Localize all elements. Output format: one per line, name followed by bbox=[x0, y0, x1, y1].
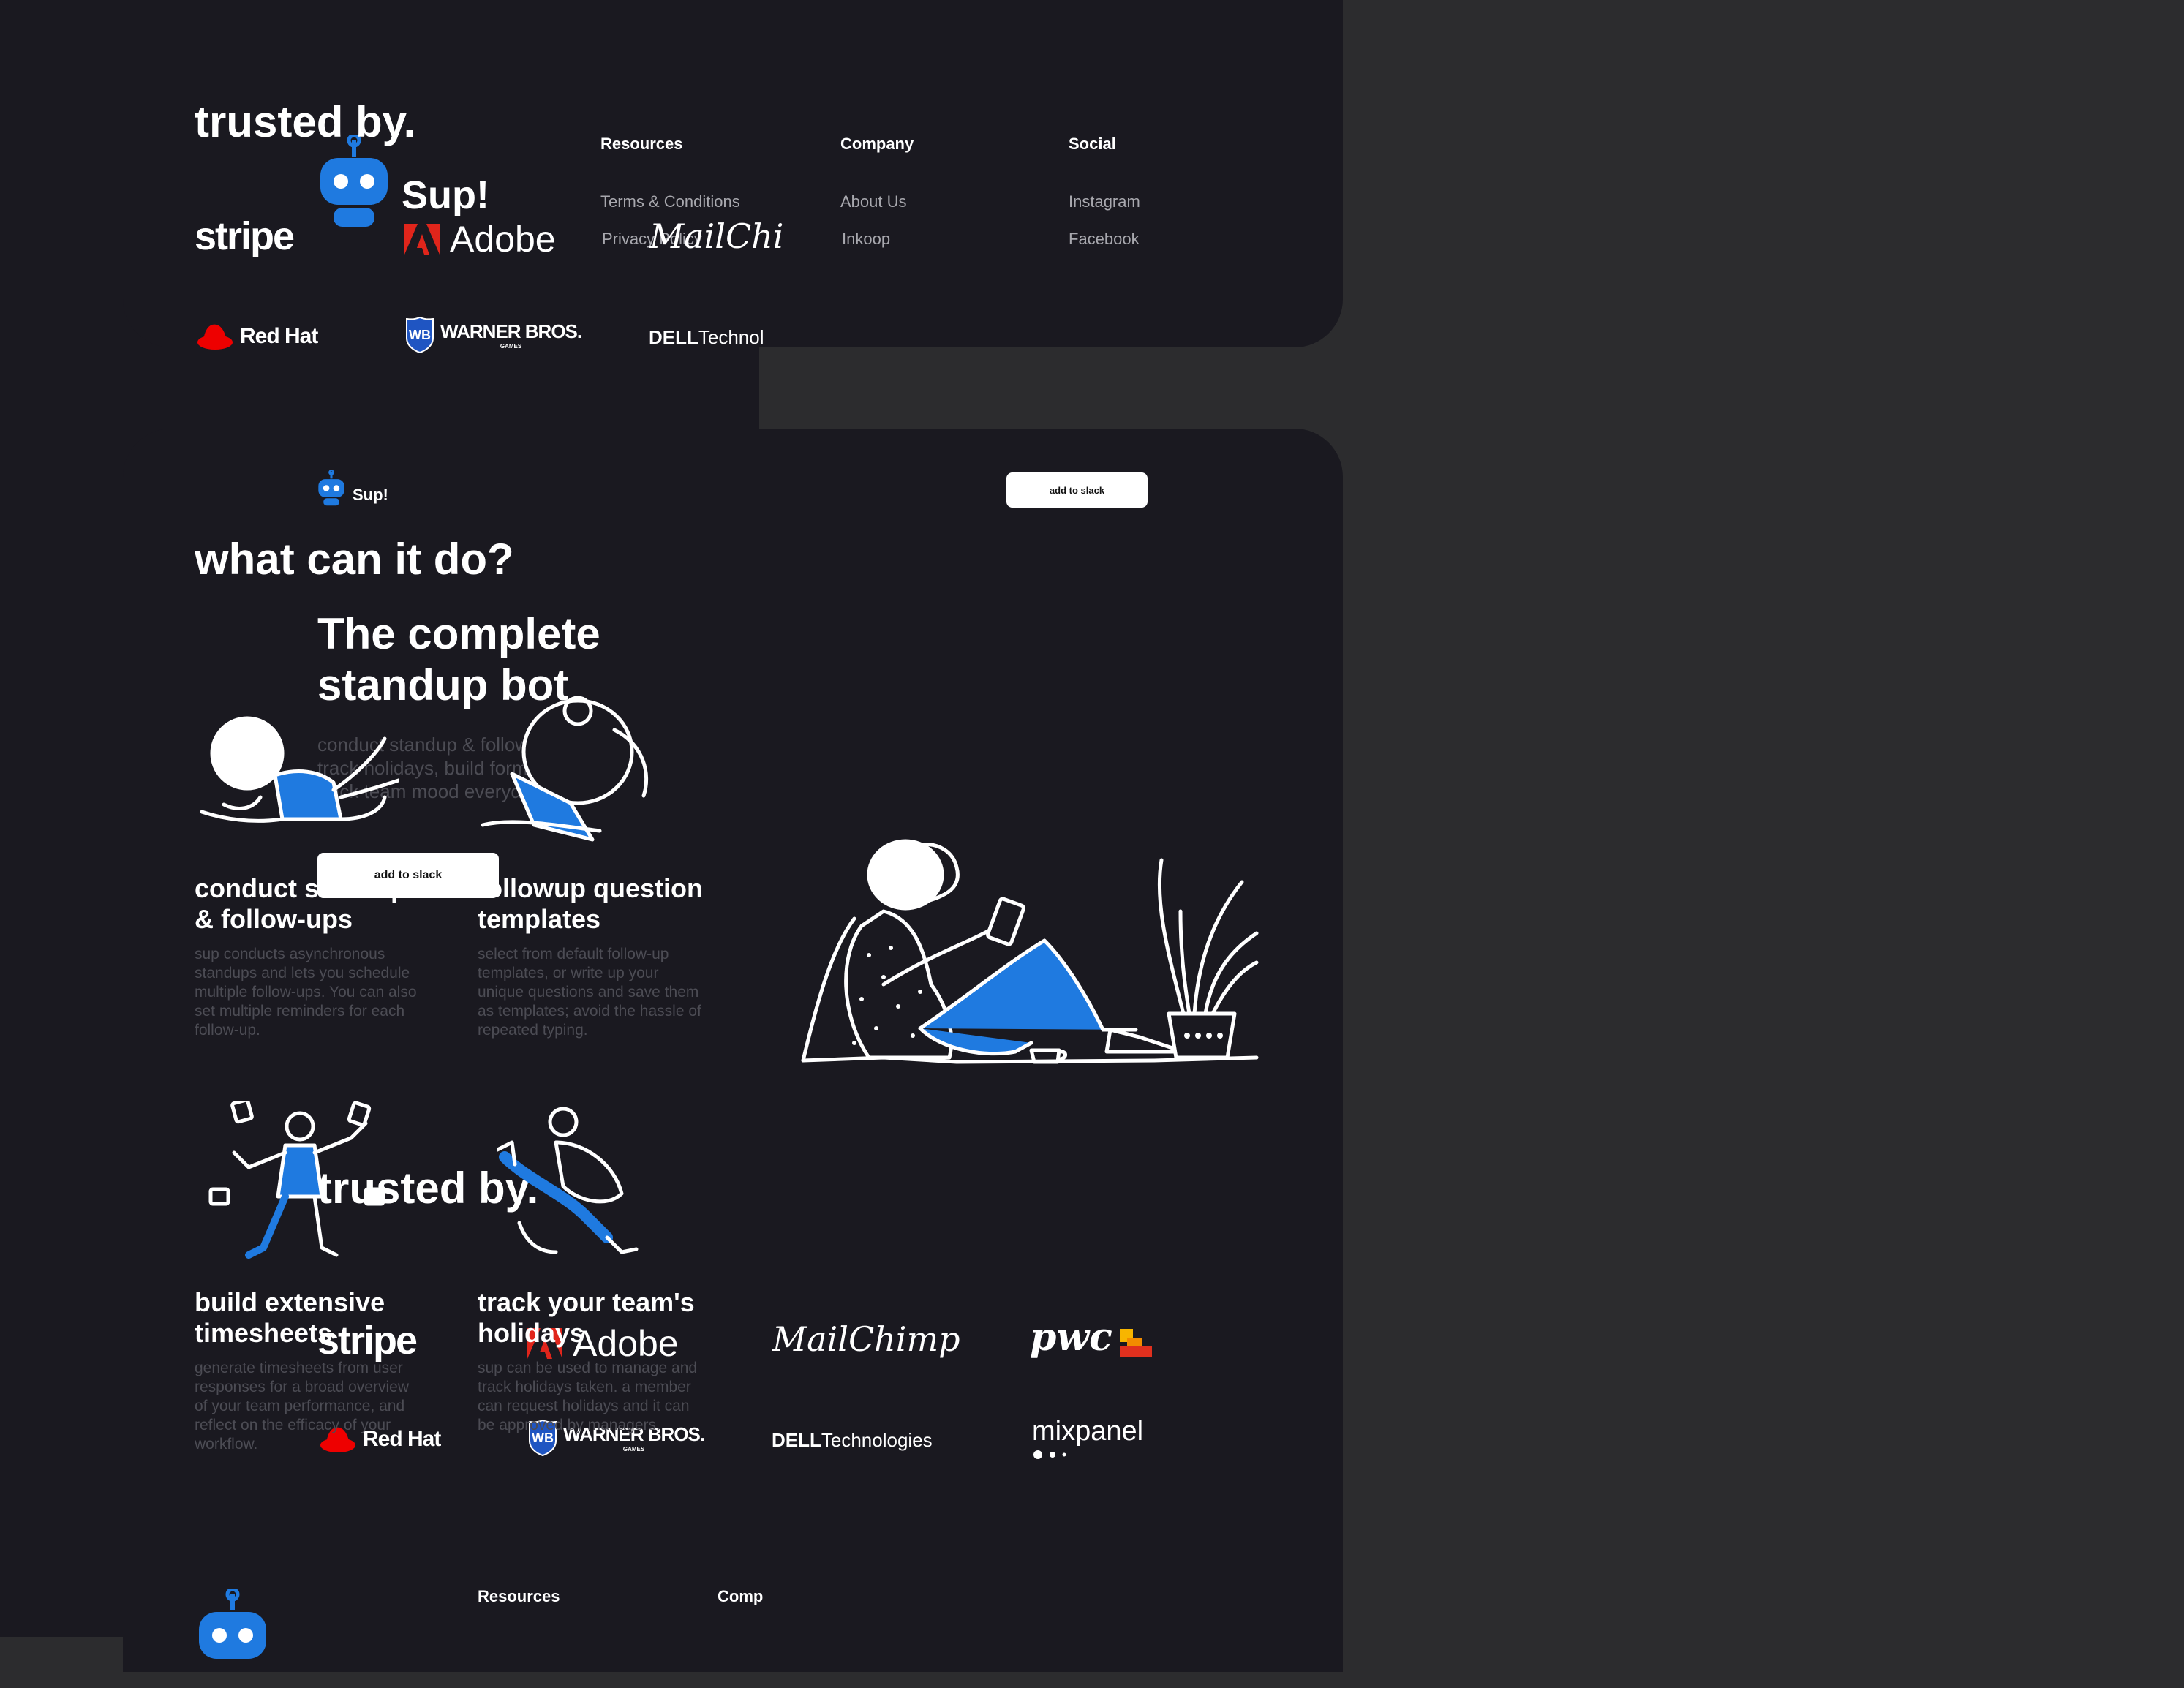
logo-pwc: pwc bbox=[1030, 1315, 1153, 1360]
logo-mailchimp: MailChi bbox=[649, 216, 784, 256]
feature-desc-line: workflow. bbox=[195, 1436, 258, 1452]
wb-shield-icon: WB bbox=[406, 316, 434, 354]
feature-title: track your team's holidays bbox=[478, 1287, 695, 1349]
what-can-it-do-title: what can it do? bbox=[195, 535, 514, 584]
juggling-man-illustration bbox=[208, 1101, 385, 1259]
feature-desc-line: standups and lets you schedule bbox=[195, 965, 410, 981]
dell-suffix: Technologies bbox=[821, 1429, 933, 1451]
feature-desc-line: track holidays taken. a member bbox=[478, 1379, 691, 1395]
feature-title-line: templates bbox=[478, 904, 601, 934]
logo-dell: DELLTechnologies bbox=[772, 1429, 933, 1452]
feature-desc-line: follow-up. bbox=[195, 1022, 260, 1039]
footer-heading-company: Comp bbox=[718, 1587, 764, 1605]
feature-desc-line: select from default follow-up bbox=[478, 946, 669, 962]
feature-desc: select from default follow-up templates,… bbox=[478, 945, 701, 1040]
lying-reader-illustration bbox=[200, 716, 399, 823]
redhat-icon bbox=[197, 324, 233, 350]
nav-logo-text[interactable]: Sup! bbox=[353, 486, 388, 505]
redhat-wordmark: Red Hat bbox=[240, 324, 318, 348]
feature-desc-line: generate timesheets from user bbox=[195, 1360, 403, 1376]
feature-title-line: timesheets bbox=[195, 1318, 333, 1348]
footer-logo-text[interactable]: Sup! bbox=[402, 173, 489, 218]
feature-desc-line: reflect on the efficacy of your bbox=[195, 1417, 391, 1433]
feature-desc-line: be approved by managers. bbox=[478, 1417, 660, 1433]
logo-dell: DELLTechnol bbox=[649, 326, 764, 349]
kneeling-writer-illustration bbox=[481, 696, 649, 842]
feature-desc-line: templates, or write up your bbox=[478, 965, 659, 981]
reading-woman-illustration bbox=[801, 839, 1259, 1064]
wb-subtext: GAMES bbox=[500, 343, 522, 350]
mixpanel-dots-icon bbox=[1033, 1450, 1066, 1459]
feature-title: build extensive timesheets bbox=[195, 1287, 385, 1349]
dell-wordmark: DELL bbox=[649, 326, 698, 348]
logo-redhat: Red Hat bbox=[196, 322, 318, 351]
feature-title-line: holidays bbox=[478, 1318, 585, 1348]
feature-desc-line: multiple follow-ups. You can also bbox=[195, 984, 417, 1001]
robot-logo-icon bbox=[320, 135, 388, 227]
feature-title-line: conduct standup bbox=[195, 873, 407, 903]
svg-text:WB: WB bbox=[409, 328, 431, 342]
dell-wordmark: DELL bbox=[772, 1429, 821, 1451]
logo-stripe: stripe bbox=[195, 214, 295, 258]
feature-desc-line: sup conducts asynchronous bbox=[195, 946, 385, 962]
footer-heading-resources: Resources bbox=[478, 1587, 560, 1605]
adobe-icon bbox=[404, 224, 440, 255]
robot-logo-icon bbox=[199, 1589, 266, 1659]
logo-adobe: Adobe bbox=[404, 218, 556, 260]
footer-heading-company: Company bbox=[840, 135, 914, 153]
feature-desc-line: as templates; avoid the hassle of bbox=[478, 1003, 701, 1020]
pwc-wordmark: pwc bbox=[1030, 1315, 1112, 1360]
pwc-blocks-icon bbox=[1119, 1329, 1152, 1357]
footer-link-terms[interactable]: Terms & Conditions bbox=[600, 192, 740, 211]
logo-mailchimp: MailChimp bbox=[772, 1319, 960, 1359]
logo-mixpanel: mixpanel bbox=[1032, 1416, 1144, 1459]
footer-link-instagram[interactable]: Instagram bbox=[1069, 192, 1140, 211]
feature-desc-line: unique questions and save them bbox=[478, 984, 699, 1001]
wb-wordmark: WARNER BROS. bbox=[440, 320, 582, 342]
feature-desc-line: sup can be used to manage and bbox=[478, 1360, 698, 1376]
robot-logo-icon bbox=[318, 470, 344, 506]
feature-title-line: & follow-ups bbox=[195, 904, 353, 934]
falling-man-illustration bbox=[497, 1107, 639, 1254]
feature-title: conduct standup & follow-ups bbox=[195, 873, 407, 935]
feature-desc-line: set multiple reminders for each bbox=[195, 1003, 405, 1020]
feature-desc-line: repeated typing. bbox=[478, 1022, 588, 1039]
feature-desc-line: of your team performance, and bbox=[195, 1398, 405, 1414]
right-trusted-by-title: trusted by. bbox=[195, 97, 416, 146]
feature-desc: sup can be used to manage and track holi… bbox=[478, 1359, 697, 1435]
feature-title-line: build extensive bbox=[195, 1287, 385, 1317]
mixpanel-wordmark: mixpanel bbox=[1032, 1416, 1144, 1447]
nav-add-to-slack-button[interactable]: add to slack bbox=[1006, 472, 1148, 508]
landing-card: Sup! add to slack The complete standup b… bbox=[123, 429, 1343, 1672]
feature-desc-line: responses for a broad overview bbox=[195, 1379, 409, 1395]
footer-heading-resources: Resources bbox=[600, 135, 683, 153]
logo-warner-bros: WB WARNER BROS. GAMES bbox=[405, 316, 582, 354]
footer-link-inkoop[interactable]: Inkoop bbox=[842, 230, 890, 249]
feature-title: followup question templates bbox=[478, 873, 703, 935]
footer-card: Sup! Resources Terms & Conditions Privac… bbox=[123, 0, 1343, 347]
feature-desc-line: can request holidays and it can bbox=[478, 1398, 690, 1414]
footer-link-about[interactable]: About Us bbox=[840, 192, 907, 211]
footer-heading-social: Social bbox=[1069, 135, 1116, 153]
footer-link-facebook[interactable]: Facebook bbox=[1069, 230, 1140, 249]
feature-title-line: track your team's bbox=[478, 1287, 695, 1317]
adobe-wordmark: Adobe bbox=[450, 219, 556, 260]
wb-subtext: GAMES bbox=[622, 1446, 645, 1452]
hero-title-line: The complete bbox=[317, 609, 600, 658]
dell-suffix: Technol bbox=[698, 326, 764, 348]
feature-desc: sup conducts asynchronous standups and l… bbox=[195, 945, 417, 1040]
feature-desc: generate timesheets from user responses … bbox=[195, 1359, 409, 1454]
feature-title-line: followup question bbox=[478, 873, 703, 903]
